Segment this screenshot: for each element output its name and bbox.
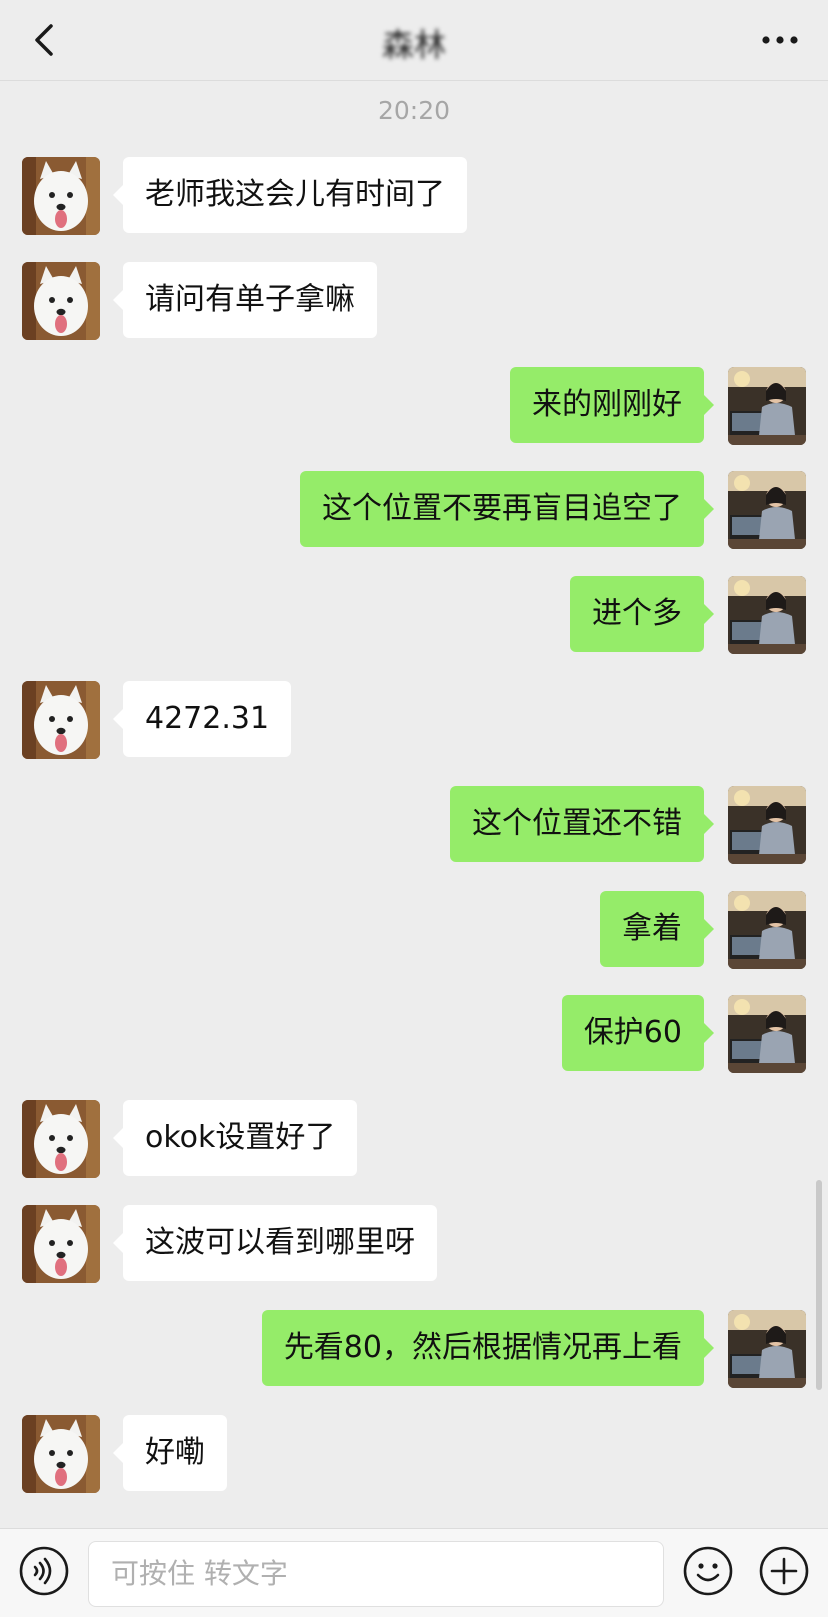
received-message-bubble[interactable]: 老师我这会儿有时间了 bbox=[113, 157, 467, 233]
received-message-bubble[interactable]: 这波可以看到哪里呀 bbox=[113, 1205, 437, 1281]
received-message-bubble[interactable]: 请问有单子拿嘛 bbox=[113, 262, 377, 338]
received-message-bubble[interactable]: 好嘞 bbox=[113, 1415, 227, 1491]
emoji-icon bbox=[683, 1546, 733, 1596]
contact-avatar[interactable] bbox=[22, 157, 100, 235]
message-input[interactable]: 可按住 转文字 bbox=[88, 1541, 664, 1607]
sent-message-bubble[interactable]: 保护60 bbox=[561, 995, 715, 1071]
self-avatar[interactable] bbox=[728, 891, 806, 969]
message-row: 保护60 bbox=[0, 995, 828, 1073]
voice-icon bbox=[19, 1546, 69, 1596]
received-message-bubble[interactable]: okok设置好了 bbox=[112, 1100, 358, 1176]
message-row: 来的刚刚好 bbox=[0, 367, 828, 445]
chat-title: 森林 bbox=[381, 26, 446, 64]
contact-avatar[interactable] bbox=[22, 1100, 100, 1178]
message-row: 这波可以看到哪里呀 bbox=[0, 1205, 828, 1283]
contact-avatar[interactable] bbox=[22, 681, 100, 759]
message-row: okok设置好了 bbox=[0, 1100, 828, 1178]
self-avatar[interactable] bbox=[728, 1310, 806, 1388]
sent-message-bubble[interactable]: 先看80，然后根据情况再上看 bbox=[261, 1310, 715, 1386]
sent-message-bubble[interactable]: 拿着 bbox=[600, 891, 714, 967]
sent-message-bubble[interactable]: 这个位置不要再盲目追空了 bbox=[300, 471, 714, 547]
self-avatar[interactable] bbox=[728, 576, 806, 654]
message-row: 老师我这会儿有时间了 bbox=[0, 157, 828, 235]
scrollbar[interactable] bbox=[816, 1180, 822, 1390]
contact-avatar[interactable] bbox=[22, 262, 100, 340]
voice-button[interactable] bbox=[18, 1545, 70, 1597]
message-row: 进个多 bbox=[0, 576, 828, 654]
message-row: 4272.31 bbox=[0, 681, 828, 759]
input-bar: 可按住 转文字 bbox=[0, 1528, 828, 1617]
message-row: 这个位置还不错 bbox=[0, 786, 828, 864]
more-button[interactable] bbox=[758, 28, 802, 52]
sent-message-bubble[interactable]: 这个位置还不错 bbox=[450, 786, 714, 862]
received-message-bubble[interactable]: 4272.31 bbox=[112, 681, 292, 757]
self-avatar[interactable] bbox=[728, 995, 806, 1073]
chat-header: 森林 bbox=[0, 0, 828, 81]
more-dots-icon bbox=[762, 36, 798, 44]
self-avatar[interactable] bbox=[728, 786, 806, 864]
message-row: 请问有单子拿嘛 bbox=[0, 262, 828, 340]
emoji-button[interactable] bbox=[682, 1545, 734, 1597]
self-avatar[interactable] bbox=[728, 471, 806, 549]
plus-icon bbox=[759, 1546, 809, 1596]
message-row: 先看80，然后根据情况再上看 bbox=[0, 1310, 828, 1388]
message-row: 好嘞 bbox=[0, 1415, 828, 1493]
sent-message-bubble[interactable]: 来的刚刚好 bbox=[510, 367, 714, 443]
self-avatar[interactable] bbox=[728, 367, 806, 445]
message-row: 拿着 bbox=[0, 891, 828, 969]
contact-avatar[interactable] bbox=[22, 1415, 100, 1493]
sent-message-bubble[interactable]: 进个多 bbox=[570, 576, 714, 652]
message-timestamp: 20:20 bbox=[377, 96, 451, 125]
message-row: 这个位置不要再盲目追空了 bbox=[0, 471, 828, 549]
more-functions-button[interactable] bbox=[758, 1545, 810, 1597]
contact-avatar[interactable] bbox=[22, 1205, 100, 1283]
